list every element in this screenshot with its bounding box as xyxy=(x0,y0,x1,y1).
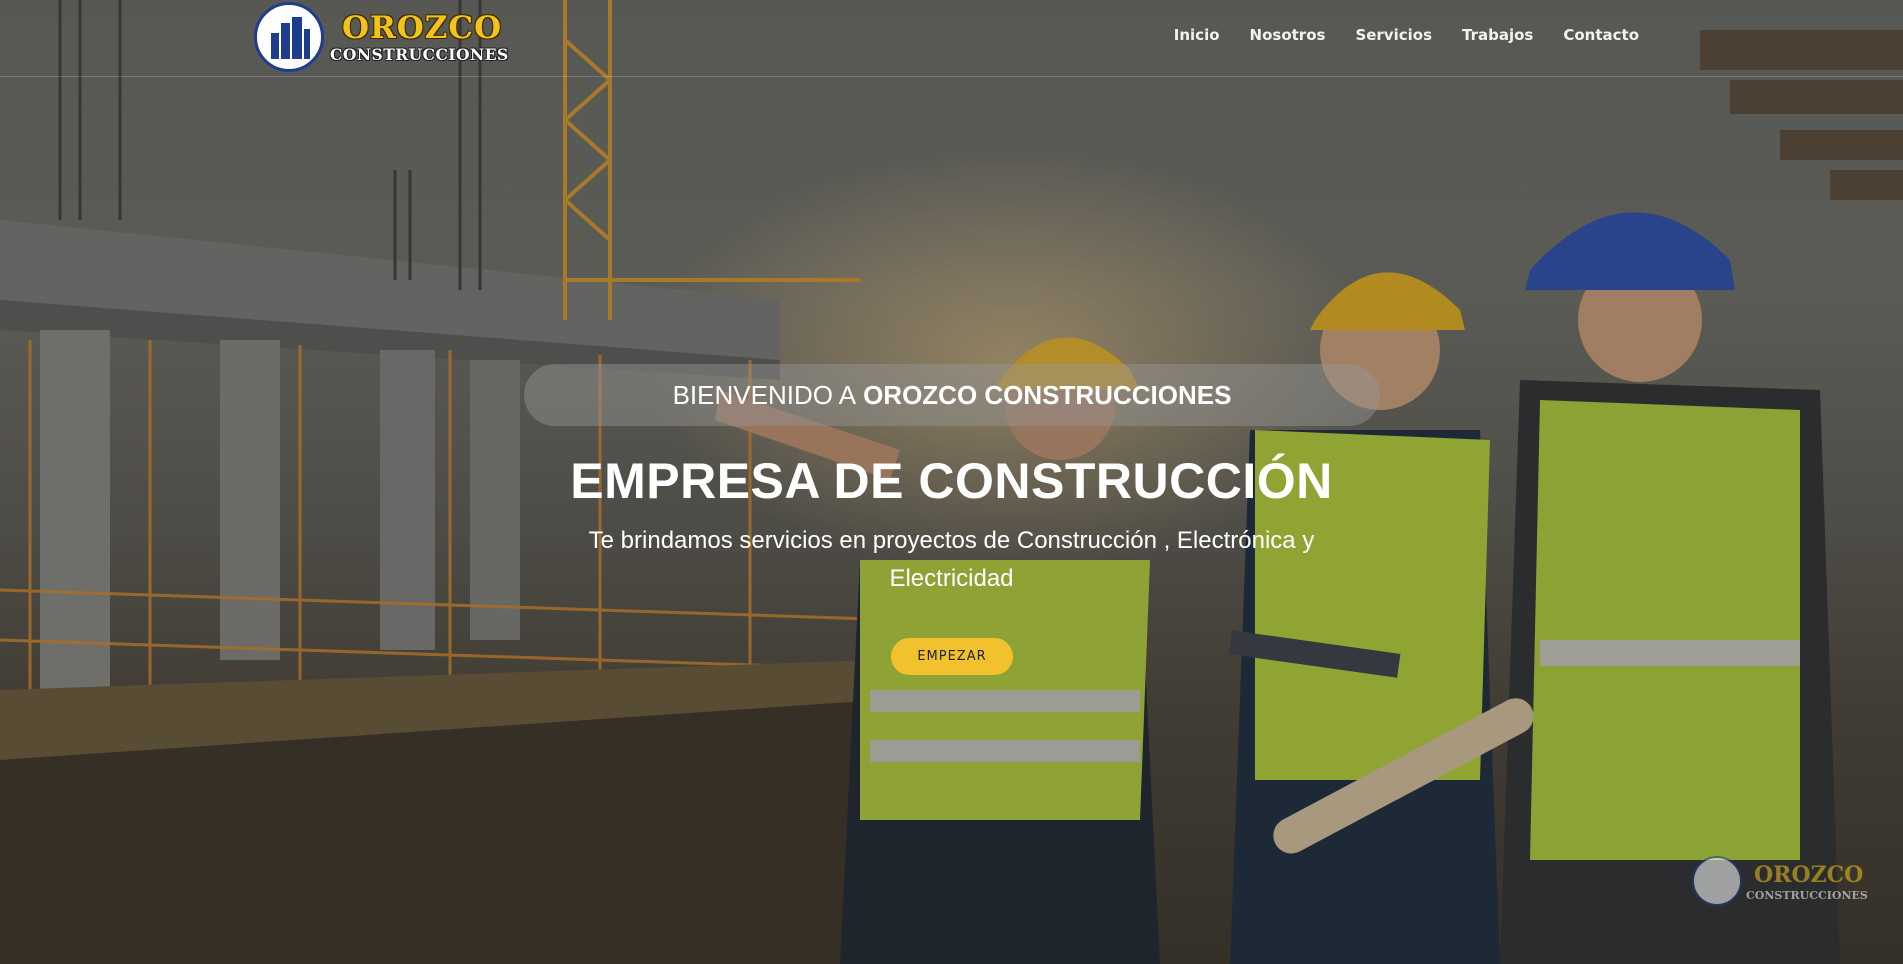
building-logo-icon xyxy=(254,2,324,72)
watermark-logo: OROZCO CONSTRUCCIONES xyxy=(1692,856,1897,912)
watermark-tagline: CONSTRUCCIONES xyxy=(1746,889,1868,902)
brand-tagline: CONSTRUCCIONES xyxy=(330,45,509,64)
brand-logo[interactable]: OROZCO CONSTRUCCIONES xyxy=(252,0,552,74)
nav-item-inicio[interactable]: Inicio xyxy=(1174,26,1220,44)
hero-title: EMPRESA DE CONSTRUCCIÓN xyxy=(570,453,1333,509)
empezar-button[interactable]: EMPEZAR xyxy=(891,638,1013,675)
welcome-banner: BIENVENIDO A OROZCO CONSTRUCCIONES xyxy=(524,364,1380,426)
watermark-name: OROZCO xyxy=(1754,862,1864,888)
top-navbar: OROZCO CONSTRUCCIONES Inicio Nosotros Se… xyxy=(0,0,1903,77)
watermark-building-icon xyxy=(1692,856,1742,906)
nav-item-contacto[interactable]: Contacto xyxy=(1563,26,1639,44)
hero-section: OROZCO CONSTRUCCIONES Inicio Nosotros Se… xyxy=(0,0,1903,964)
nav-item-nosotros[interactable]: Nosotros xyxy=(1250,26,1326,44)
brand-name: OROZCO xyxy=(342,10,503,46)
welcome-prefix: BIENVENIDO A xyxy=(672,379,857,410)
hero-subtitle: Te brindamos servicios en proyectos de C… xyxy=(588,527,1315,592)
main-nav: Inicio Nosotros Servicios Trabajos Conta… xyxy=(1144,26,1639,44)
welcome-brand: OROZCO CONSTRUCCIONES xyxy=(863,379,1232,410)
nav-item-trabajos[interactable]: Trabajos xyxy=(1462,26,1533,44)
nav-item-servicios[interactable]: Servicios xyxy=(1355,26,1432,44)
building-icon-graphic xyxy=(271,17,310,59)
